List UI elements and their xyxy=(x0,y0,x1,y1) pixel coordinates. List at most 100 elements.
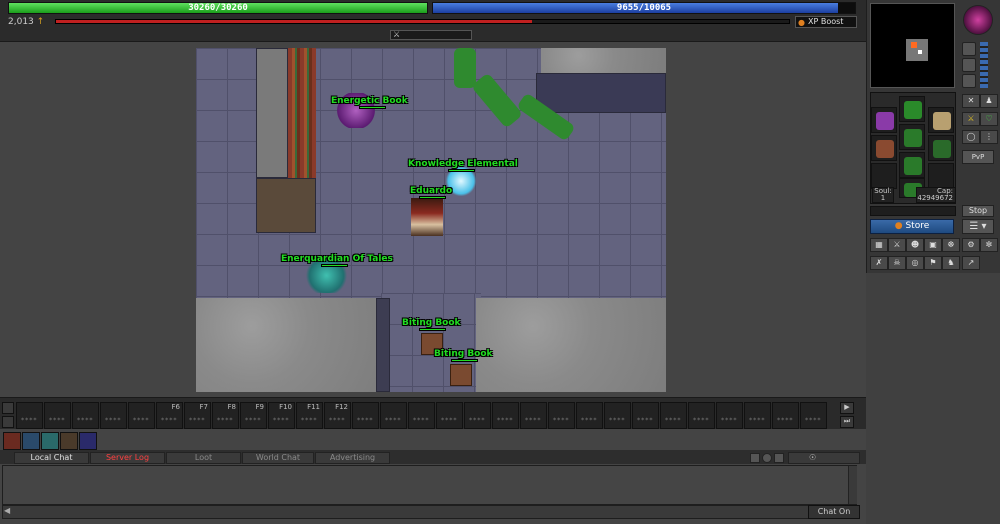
chase-mode-icon[interactable]: ♟ xyxy=(980,94,998,108)
new-channel-icon[interactable] xyxy=(750,453,760,463)
action-slot[interactable]: **** xyxy=(772,402,799,429)
battle-list-icon[interactable]: ⚔ xyxy=(888,238,906,252)
equipment-status-strip xyxy=(870,206,956,216)
options-icon[interactable]: ⚙ xyxy=(962,238,980,252)
ignore-list-icon[interactable] xyxy=(762,453,772,463)
zoom-in-icon[interactable] xyxy=(962,42,976,56)
action-slot-f9[interactable]: F9 **** xyxy=(240,402,267,429)
legs-slot[interactable] xyxy=(899,152,925,178)
store-button[interactable]: ● Store xyxy=(870,219,954,234)
cyclopedia-icon[interactable]: ⚑ xyxy=(924,256,942,270)
chat-scroll-left-icon[interactable]: ◀ xyxy=(4,506,10,515)
action-slot[interactable]: **** xyxy=(44,402,71,429)
weapon-slot[interactable] xyxy=(871,135,897,161)
chat-mode-control[interactable]: ☉ xyxy=(788,452,860,464)
biting-book-sprite[interactable] xyxy=(450,364,472,386)
store-icon: ● xyxy=(894,221,906,231)
prey-icon[interactable]: ◎ xyxy=(906,256,924,270)
action-bar-last-icon[interactable]: ⏭ xyxy=(840,416,854,428)
compass-rose-icon[interactable] xyxy=(963,5,993,35)
action-slot-f6[interactable]: F6 **** xyxy=(156,402,183,429)
game-map-view[interactable]: Energetic Book Knowledge Elemental Eduar… xyxy=(196,48,666,392)
action-slot[interactable]: **** xyxy=(16,402,43,429)
action-bar-next-icon[interactable]: ▶ xyxy=(840,402,854,414)
action-slot[interactable]: **** xyxy=(800,402,827,429)
vip-list-icon[interactable]: ☻ xyxy=(906,238,924,252)
action-slot[interactable]: **** xyxy=(72,402,99,429)
shield-slot[interactable] xyxy=(928,135,954,161)
action-slot[interactable]: **** xyxy=(576,402,603,429)
action-bar-scroll-up-icon[interactable] xyxy=(2,402,14,414)
creature-health-bar xyxy=(448,169,475,172)
creature-health-bar xyxy=(359,106,386,109)
eye-icon: ☉ xyxy=(809,453,817,462)
minimap[interactable] xyxy=(870,3,955,88)
action-slot[interactable]: **** xyxy=(716,402,743,429)
creature-name: Energetic Book xyxy=(331,96,408,106)
hotkeys-icon[interactable]: ✼ xyxy=(980,238,998,252)
action-slot[interactable]: **** xyxy=(352,402,379,429)
action-slot[interactable]: **** xyxy=(744,402,771,429)
stop-button[interactable]: Stop xyxy=(962,205,994,217)
action-slot[interactable]: **** xyxy=(660,402,687,429)
action-slot[interactable]: **** xyxy=(492,402,519,429)
armor-slot[interactable] xyxy=(899,124,925,150)
backpack-slot[interactable] xyxy=(928,107,954,133)
action-slot[interactable]: **** xyxy=(408,402,435,429)
xp-boost-label: XP Boost xyxy=(808,17,844,26)
chat-scrollbar[interactable] xyxy=(848,466,857,504)
chat-on-button[interactable]: Chat On xyxy=(808,505,860,519)
quest-log-icon[interactable]: ▣ xyxy=(924,238,942,252)
action-slot-f12[interactable]: F12 **** xyxy=(324,402,351,429)
ring-slot[interactable] xyxy=(871,163,897,189)
amulet-slot[interactable] xyxy=(871,107,897,133)
analytics-icon[interactable]: ↗ xyxy=(962,256,980,270)
action-slot-f10[interactable]: F10 **** xyxy=(268,402,295,429)
close-channel-icon[interactable] xyxy=(774,453,784,463)
stand-still-icon[interactable]: ✕ xyxy=(962,94,980,108)
action-slot-f7[interactable]: F7 **** xyxy=(184,402,211,429)
defensive-mode-icon[interactable]: ◯ xyxy=(962,130,980,144)
action-slot[interactable]: **** xyxy=(520,402,547,429)
unjustified-points-icon[interactable]: ☠ xyxy=(888,256,906,270)
chat-input[interactable]: ◀ xyxy=(2,505,857,519)
helmet-slot[interactable] xyxy=(899,96,925,122)
floor-level-slider[interactable] xyxy=(980,42,988,88)
tab-local-chat[interactable]: Local Chat xyxy=(14,452,89,464)
action-slot-f8[interactable]: F8 **** xyxy=(212,402,239,429)
minimap-center-icon[interactable] xyxy=(962,74,976,88)
action-slot[interactable]: **** xyxy=(688,402,715,429)
action-slot[interactable]: **** xyxy=(380,402,407,429)
follow-mode-icon[interactable]: ♡ xyxy=(980,112,998,126)
pvp-mode-button[interactable]: PvP xyxy=(962,150,994,164)
action-bar-scroll-down-icon[interactable] xyxy=(2,416,14,428)
secure-mode-icon[interactable]: ⋮ xyxy=(980,130,998,144)
wall-corridor-left xyxy=(376,298,390,392)
health-bar: 30260/30260 xyxy=(8,2,428,14)
party-icon[interactable]: ☸ xyxy=(942,238,960,252)
action-slot[interactable]: **** xyxy=(100,402,127,429)
ammo-slot[interactable] xyxy=(928,163,954,189)
action-slot[interactable]: **** xyxy=(464,402,491,429)
menu-button[interactable]: ☰ ▾ xyxy=(962,219,994,234)
action-slot[interactable]: **** xyxy=(548,402,575,429)
vine-plant xyxy=(454,48,476,88)
tab-server-log[interactable]: Server Log xyxy=(90,452,165,464)
zoom-out-icon[interactable] xyxy=(962,58,976,72)
tab-world-chat[interactable]: World Chat xyxy=(242,452,314,464)
condition-icon xyxy=(79,432,97,450)
action-slot-f11[interactable]: F11 **** xyxy=(296,402,323,429)
bestiary-icon[interactable]: ♞ xyxy=(942,256,960,270)
spells-icon[interactable]: ✗ xyxy=(870,256,888,270)
action-slot[interactable]: **** xyxy=(128,402,155,429)
action-slot[interactable]: **** xyxy=(604,402,631,429)
tab-loot[interactable]: Loot xyxy=(166,452,241,464)
action-slot[interactable]: **** xyxy=(632,402,659,429)
tab-advertising[interactable]: Advertising xyxy=(315,452,390,464)
action-slot[interactable]: **** xyxy=(436,402,463,429)
skills-icon[interactable]: ▦ xyxy=(870,238,888,252)
offensive-mode-icon[interactable]: ⚔ xyxy=(962,112,980,126)
xp-boost-button[interactable]: ● XP Boost xyxy=(795,16,857,28)
player-character-sprite[interactable] xyxy=(411,198,443,236)
soul-display: Soul: 1 xyxy=(872,187,894,203)
